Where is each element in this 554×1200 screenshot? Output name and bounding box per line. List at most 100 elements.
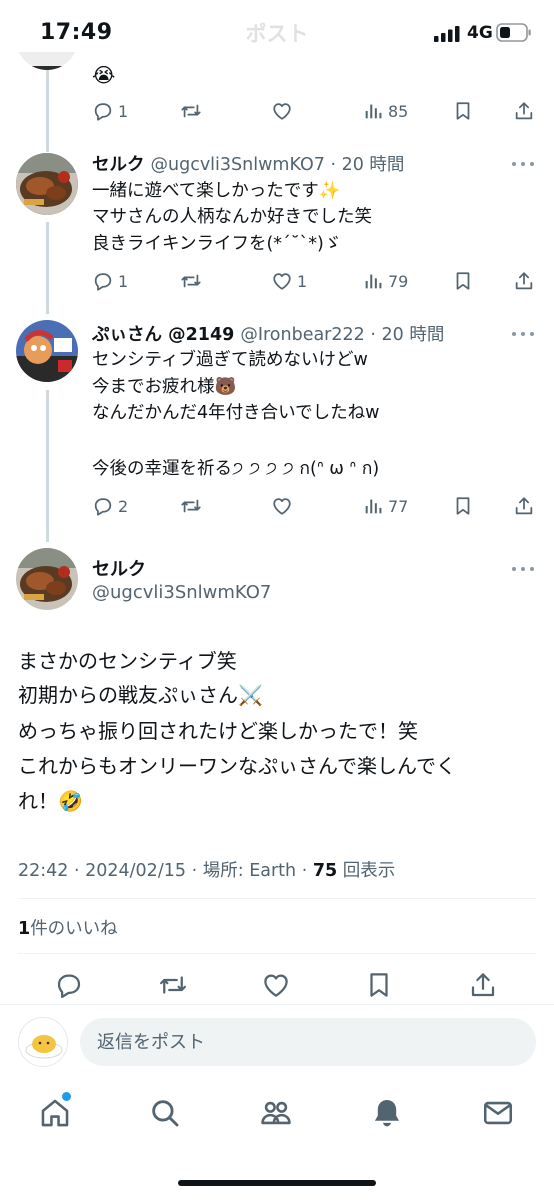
- food-photo: [16, 548, 78, 610]
- share-icon: [471, 973, 495, 997]
- tweet-timestamp[interactable]: 22:42 · 2024/02/15: [18, 861, 186, 881]
- battery-icon: [496, 23, 531, 42]
- share-action[interactable]: [513, 494, 535, 518]
- reply-text-line: 一緒に遊べて楽しかったです✨: [92, 181, 341, 201]
- reply-text-line: 今後の幸運を祈る੭ ੭ ੭ ੭ ก(ᐢ ω ᐢ ก): [92, 459, 380, 479]
- reply-header: ぷぃさん @2149 @Ironbear222 · 20 時間: [92, 321, 444, 346]
- share-button[interactable]: [468, 970, 498, 1000]
- views-icon: [365, 499, 382, 514]
- tweet-text-line: これからもオンリーワンなぷぃさんで楽しんでく: [18, 754, 456, 778]
- reply-action[interactable]: 2: [92, 494, 128, 518]
- anime-avatar: [16, 320, 78, 382]
- views-icon: [365, 274, 382, 289]
- tweet-text-line: まさかのセンシティブ笑: [18, 649, 237, 673]
- thread-line: [46, 390, 49, 542]
- views-action[interactable]: 85: [362, 99, 408, 123]
- tab-notifications[interactable]: [370, 1096, 404, 1130]
- bookmark-button[interactable]: [364, 970, 394, 1000]
- notifications-icon: [374, 1099, 400, 1127]
- reply-text-line: 今までお疲れ様🐻: [92, 377, 237, 397]
- bookmark-icon: [456, 272, 470, 290]
- heart-icon: [264, 974, 288, 997]
- like-action[interactable]: 1: [271, 269, 307, 293]
- handle[interactable]: @Ironbear222: [240, 325, 364, 345]
- messages-icon: [483, 1101, 513, 1125]
- reply-header: セルク @ugcvli3SnlwmKO7 · 20 時間: [92, 151, 404, 176]
- thread-line: [46, 222, 49, 314]
- tweet-meta: 22:42 · 2024/02/15 · 場所: Earth · 75 回表示: [18, 861, 396, 881]
- home-icon: [41, 1099, 69, 1127]
- likes-summary[interactable]: 1件のいいね: [18, 915, 118, 940]
- display-name[interactable]: ぷぃさん @2149: [92, 325, 234, 345]
- reply-composer: [0, 1004, 554, 1080]
- views-label: 回表示: [342, 861, 396, 881]
- reply-text-line: センシティブ過ぎて読めないけどw: [92, 350, 368, 370]
- reply-button[interactable]: [54, 970, 84, 1000]
- status-bar: ポスト 17:49 4G: [0, 0, 554, 66]
- more-options[interactable]: [512, 330, 536, 338]
- reply-input[interactable]: [80, 1018, 536, 1066]
- retweet-icon: [160, 976, 186, 994]
- unread-dot: [62, 1092, 71, 1101]
- bookmark-action[interactable]: [452, 494, 474, 518]
- author-display-name[interactable]: セルク: [92, 555, 146, 581]
- bookmark-action[interactable]: [452, 99, 474, 123]
- thread-line: [46, 60, 49, 152]
- egg-avatar: [19, 1018, 67, 1066]
- share-action[interactable]: [513, 99, 535, 123]
- reply-avatar[interactable]: [16, 320, 78, 382]
- bookmark-action[interactable]: [452, 269, 474, 293]
- tab-communities[interactable]: [259, 1096, 293, 1130]
- likes-label: 件のいいね: [30, 919, 118, 939]
- bookmark-icon: [456, 102, 470, 120]
- handle[interactable]: @ugcvli3SnlwmKO7: [151, 155, 325, 175]
- my-avatar[interactable]: [18, 1017, 68, 1067]
- reply-action[interactable]: 1: [92, 99, 128, 123]
- clock: 17:49: [40, 20, 113, 45]
- home-indicator: [178, 1180, 376, 1186]
- reply-text-line: なんだかんだ4年付き合いでしたねw: [92, 403, 380, 423]
- author-handle[interactable]: @ugcvli3SnlwmKO7: [92, 582, 271, 603]
- reply-icon: [94, 103, 112, 121]
- place-name[interactable]: Earth: [249, 861, 296, 881]
- author-avatar[interactable]: [16, 548, 78, 610]
- retweet-icon: [181, 274, 201, 288]
- timestamp[interactable]: · 20 時間: [330, 155, 404, 175]
- signal-icon: [434, 26, 460, 42]
- communities-icon: [261, 1101, 291, 1125]
- network-type: 4G: [467, 23, 493, 43]
- bookmark-icon: [370, 973, 388, 997]
- tweet-text-line: れ！🤣: [18, 789, 83, 813]
- heart-icon: [273, 498, 291, 515]
- retweet-action[interactable]: [180, 494, 202, 518]
- retweet-icon: [181, 499, 201, 513]
- tweet-text-line: めっちゃ振り回されたけど楽しかったで！笑: [18, 719, 418, 743]
- reply-text-line: マサさんの人柄なんか好きでした笑: [92, 207, 372, 227]
- search-icon: [152, 1100, 179, 1127]
- share-action[interactable]: [513, 269, 535, 293]
- like-action[interactable]: [271, 494, 293, 518]
- retweet-action[interactable]: [180, 99, 202, 123]
- views-action[interactable]: 77: [362, 494, 408, 518]
- reply-action[interactable]: 1: [92, 269, 128, 293]
- timestamp[interactable]: · 20 時間: [370, 325, 444, 345]
- like-button[interactable]: [261, 970, 291, 1000]
- retweet-action[interactable]: [180, 269, 202, 293]
- like-action[interactable]: [271, 99, 293, 123]
- views-icon: [365, 104, 382, 119]
- retweet-button[interactable]: [158, 970, 188, 1000]
- retweet-icon: [181, 104, 201, 118]
- views-action[interactable]: 79: [362, 269, 408, 293]
- tab-home[interactable]: [38, 1096, 72, 1130]
- divider: [18, 898, 536, 899]
- reply-avatar[interactable]: [16, 153, 78, 215]
- heart-icon: [273, 103, 291, 120]
- tab-search[interactable]: [148, 1096, 182, 1130]
- tab-messages[interactable]: [481, 1096, 515, 1130]
- display-name[interactable]: セルク: [92, 155, 145, 175]
- place-label: 場所:: [202, 861, 244, 881]
- bookmark-icon: [456, 497, 470, 515]
- more-options[interactable]: [512, 565, 536, 573]
- more-options[interactable]: [512, 160, 536, 168]
- reply-text-line: 良きライキンライフを(*ˊ˘ˋ*)ゞ: [92, 234, 342, 254]
